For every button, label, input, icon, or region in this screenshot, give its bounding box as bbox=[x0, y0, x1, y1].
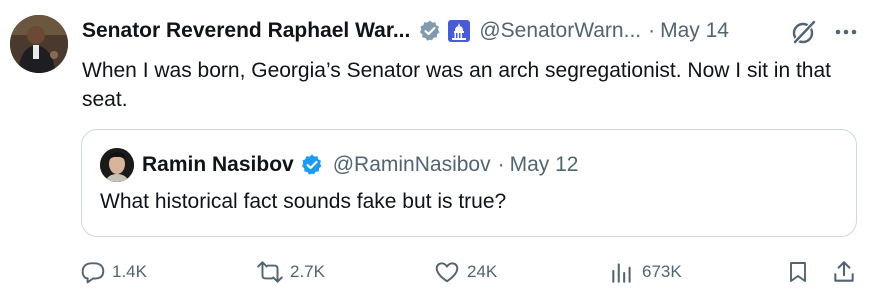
more-icon[interactable] bbox=[832, 18, 860, 46]
tweet-text: When I was born, Georgia’s Senator was a… bbox=[82, 59, 831, 111]
quoted-author-name[interactable]: Ramin Nasibov bbox=[142, 153, 294, 177]
quoted-author-avatar[interactable] bbox=[100, 148, 134, 182]
capitol-affiliation-icon[interactable] bbox=[448, 20, 471, 42]
verified-blue-icon[interactable] bbox=[300, 153, 324, 177]
views-button[interactable]: 673K bbox=[608, 256, 682, 288]
author-handle[interactable]: @SenatorWarn... bbox=[479, 19, 641, 43]
separator-dot: · bbox=[648, 19, 656, 42]
author-avatar[interactable] bbox=[10, 15, 68, 73]
share-button[interactable] bbox=[828, 256, 860, 288]
like-button[interactable]: 24K bbox=[433, 256, 497, 288]
quoted-separator-dot: · bbox=[497, 153, 505, 176]
reply-button[interactable]: 1.4K bbox=[80, 256, 147, 288]
reply-count: 1.4K bbox=[112, 262, 147, 281]
reply-icon bbox=[81, 262, 105, 284]
author-name[interactable]: Senator Reverend Raphael War... bbox=[82, 19, 410, 43]
tweet-header: Senator Reverend Raphael War... @Senator… bbox=[82, 14, 729, 48]
quoted-header: Ramin Nasibov @RaminNasibov · May 12 bbox=[142, 149, 578, 181]
share-icon bbox=[834, 261, 854, 282]
quoted-author-handle[interactable]: @RaminNasibov bbox=[333, 153, 491, 177]
repost-count: 2.7K bbox=[290, 262, 325, 281]
repost-icon bbox=[257, 261, 283, 283]
quoted-tweet[interactable]: Ramin Nasibov @RaminNasibov · May 12 Wha… bbox=[81, 129, 857, 237]
bookmark-icon bbox=[790, 262, 806, 282]
view-count: 673K bbox=[642, 262, 682, 281]
tweet-date[interactable]: May 14 bbox=[660, 19, 729, 43]
heart-icon bbox=[435, 262, 459, 283]
verified-badge-icon[interactable] bbox=[418, 19, 442, 43]
quoted-date[interactable]: May 12 bbox=[510, 153, 579, 177]
quoted-text: What historical fact sounds fake but is … bbox=[100, 190, 507, 213]
repost-button[interactable]: 2.7K bbox=[256, 256, 325, 288]
like-count: 24K bbox=[467, 262, 498, 281]
bookmark-button[interactable] bbox=[782, 256, 814, 288]
grok-icon[interactable] bbox=[790, 18, 818, 46]
views-chart-icon bbox=[612, 263, 631, 283]
action-bar: 1.4K 2.7K 24K 673K bbox=[0, 256, 874, 288]
